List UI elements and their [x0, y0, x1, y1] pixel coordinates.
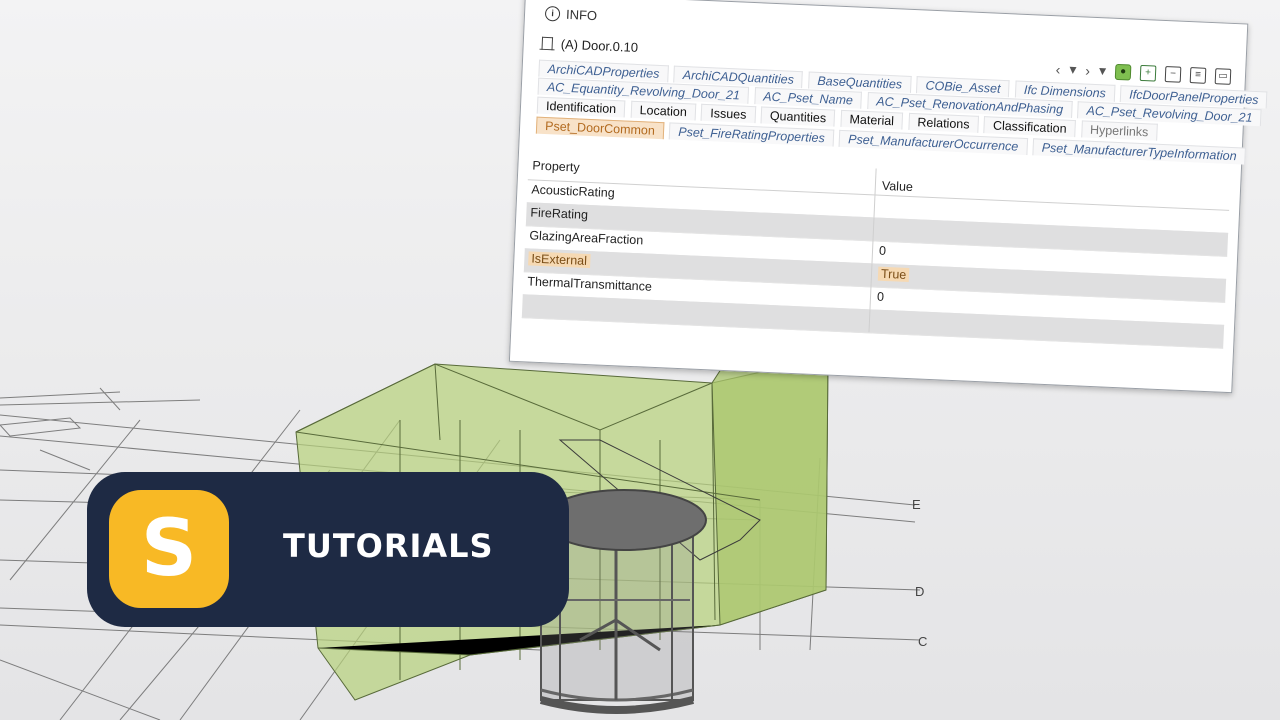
- tab-location[interactable]: Location: [630, 100, 697, 121]
- tab-ac-pset-name[interactable]: AC_Pset_Name: [754, 87, 863, 109]
- forward-button[interactable]: ›: [1085, 62, 1090, 78]
- banner-label: TUTORIALS: [283, 527, 494, 565]
- info-header: i INFO: [544, 5, 598, 24]
- back-button[interactable]: ‹: [1055, 61, 1060, 77]
- tab-hyperlinks[interactable]: Hyperlinks: [1080, 120, 1158, 141]
- grid-label-d: D: [915, 584, 924, 599]
- tab-identification[interactable]: Identification: [536, 96, 626, 118]
- list-icon[interactable]: ≡: [1189, 66, 1207, 84]
- tutorials-banner: S TUTORIALS: [87, 472, 569, 627]
- tab-classification[interactable]: Classification: [983, 116, 1076, 138]
- grid-label-e: E: [912, 497, 921, 512]
- info-icon: i: [544, 5, 561, 22]
- tab-quantities[interactable]: Quantities: [760, 106, 836, 127]
- property-name: IsExternal: [528, 251, 591, 269]
- tab-material[interactable]: Material: [840, 109, 904, 130]
- info-panel: i INFO (A) Door.0.10 ‹ ▾ › ▾ ● + − ≡ ▭ A…: [508, 0, 1268, 394]
- expand-all-icon[interactable]: +: [1139, 64, 1157, 82]
- property-table: Property Value AcousticRating FireRating…: [521, 153, 1231, 371]
- object-name: (A) Door.0.10: [560, 36, 639, 55]
- forward-menu-chevron-down-icon[interactable]: ▾: [1099, 62, 1107, 79]
- info-title: INFO: [565, 6, 598, 24]
- tab-issues[interactable]: Issues: [700, 103, 756, 124]
- panel-toolbar: ‹ ▾ › ▾ ● + − ≡ ▭: [1055, 60, 1232, 85]
- tab-relations[interactable]: Relations: [908, 112, 979, 133]
- collapse-all-icon[interactable]: −: [1164, 65, 1182, 83]
- door-icon: [541, 36, 554, 51]
- tab-pset-fire-rating[interactable]: Pset_FireRatingProperties: [668, 122, 835, 147]
- window-icon[interactable]: ▭: [1214, 67, 1232, 85]
- tab-pset-door-common[interactable]: Pset_DoorCommon: [535, 116, 665, 140]
- show-properties-icon[interactable]: ●: [1114, 63, 1132, 81]
- tab-pset-manufacturer-type[interactable]: Pset_ManufacturerTypeInformation: [1032, 138, 1246, 165]
- grid-label-c: C: [918, 634, 927, 649]
- selected-object: (A) Door.0.10: [541, 36, 638, 55]
- brand-logo: S: [109, 490, 229, 608]
- property-value[interactable]: True: [877, 266, 910, 283]
- grid-axis-labels: E D C: [912, 497, 927, 649]
- back-menu-chevron-down-icon[interactable]: ▾: [1069, 61, 1077, 78]
